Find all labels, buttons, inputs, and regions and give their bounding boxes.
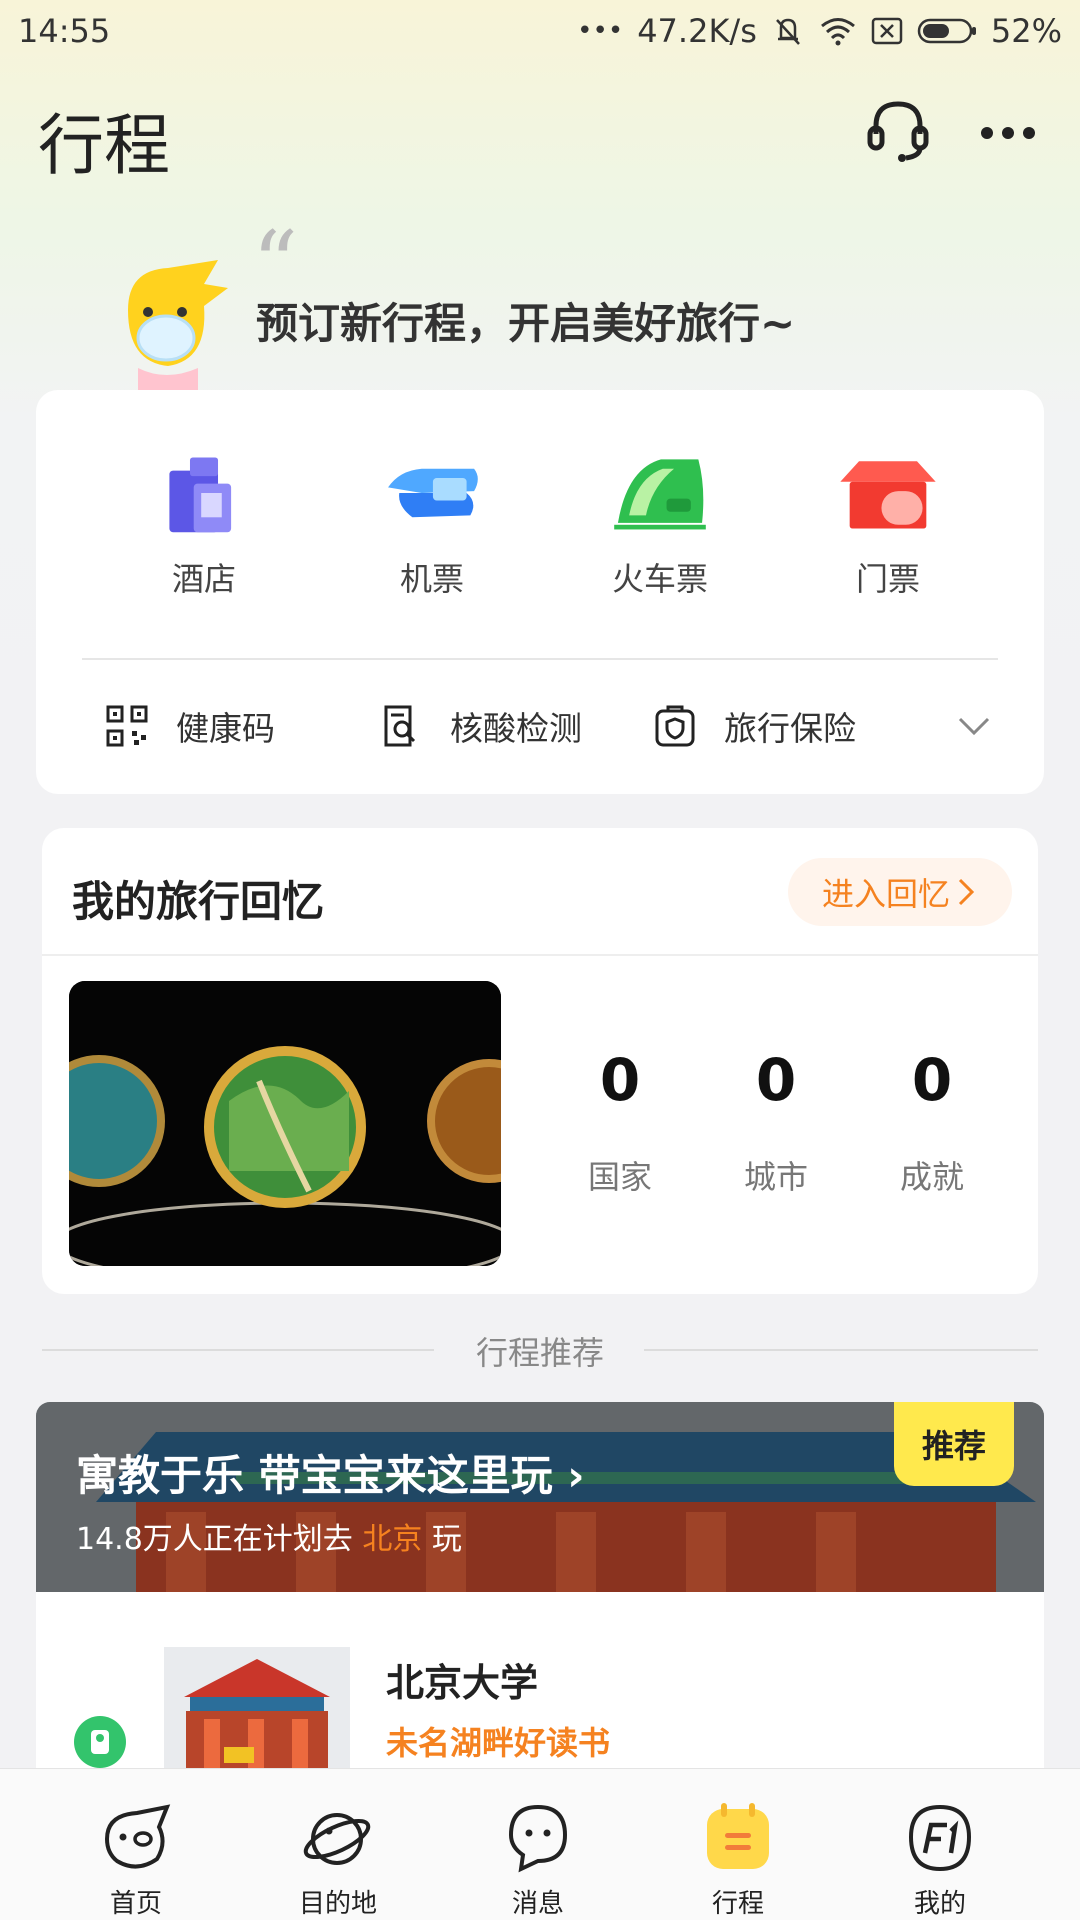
itinerary-page: 14:55 ••• 47.2K/s 52% 行程 “ 预订新行程，开启美好旅行~…	[0, 0, 1080, 1920]
tool-health-code[interactable]: 健康码	[106, 690, 275, 762]
tool-label: 核酸检测	[450, 709, 582, 748]
message-icon	[508, 1804, 568, 1873]
status-right: ••• 47.2K/s 52%	[577, 12, 1062, 50]
tool-nucleic-test[interactable]: 核酸检测	[380, 690, 582, 762]
item-name: 北京大学	[386, 1661, 539, 1705]
stat-value: 0	[911, 1046, 953, 1114]
recommend-banner[interactable]: 寓教于乐 带宝宝来这里玩 › 14.8万人正在计划去 北京 玩 推荐	[36, 1402, 1044, 1592]
tool-travel-insurance[interactable]: 旅行保险	[654, 690, 856, 762]
status-bar: 14:55 ••• 47.2K/s 52%	[0, 0, 1080, 62]
hero-banner: “ 预订新行程，开启美好旅行~	[0, 220, 1080, 390]
status-speed: 47.2K/s	[637, 12, 757, 50]
status-battery: 52%	[990, 12, 1062, 50]
hotel-icon	[169, 457, 232, 533]
wifi-icon	[819, 16, 857, 46]
chevron-right-icon	[958, 878, 975, 906]
planet-icon	[303, 1813, 371, 1865]
enter-memories-label: 进入回忆	[821, 875, 950, 913]
tool-label: 旅行保险	[724, 709, 856, 748]
service-ticket[interactable]: 门票	[774, 450, 1002, 600]
banner-city: 北京	[362, 1522, 423, 1557]
chevron-down-icon[interactable]	[956, 708, 992, 744]
train-icon	[614, 459, 706, 530]
status-time: 14:55	[18, 12, 111, 50]
battery-icon	[917, 17, 977, 45]
banner-subtitle: 14.8万人正在计划去 北京 玩	[76, 1514, 462, 1558]
service-label: 门票	[855, 560, 920, 598]
tab-label: 消息	[511, 1889, 564, 1919]
test-report-icon	[384, 705, 416, 747]
recommend-heading-text: 行程推荐	[475, 1334, 604, 1372]
insurance-icon	[655, 705, 695, 747]
tool-label: 健康码	[176, 709, 275, 748]
service-train[interactable]: 火车票	[546, 450, 774, 600]
stat-cities: 0 城市	[706, 1046, 846, 1198]
service-flight[interactable]: 机票	[318, 450, 546, 600]
mute-icon	[771, 14, 805, 48]
service-label: 酒店	[171, 560, 236, 598]
user-avatar-icon	[74, 1716, 126, 1768]
tab-profile[interactable]: 我的	[840, 1769, 1040, 1920]
page-title: 行程	[38, 107, 170, 184]
service-label: 机票	[399, 560, 464, 598]
tab-label: 目的地	[298, 1889, 377, 1919]
services-card: 酒店 机票 火车票 门票 健康码 核酸检测 旅行保险	[36, 390, 1044, 794]
tab-home[interactable]: 首页	[36, 1769, 236, 1920]
stat-caption: 成就	[899, 1158, 964, 1196]
item-tag: 未名湖畔好读书	[386, 1724, 611, 1762]
memories-title: 我的旅行回忆	[72, 877, 325, 926]
tab-label: 我的	[913, 1889, 966, 1919]
ticket-icon	[840, 461, 936, 529]
headset-icon[interactable]	[862, 94, 934, 166]
stat-achievements: 0 成就	[862, 1046, 1002, 1198]
services-tools: 健康码 核酸检测 旅行保险	[36, 690, 1044, 762]
services-divider	[82, 658, 998, 660]
banner-sub-suffix: 玩	[422, 1522, 462, 1557]
bottom-tab-bar: 首页 目的地 消息 行程 我的	[0, 1768, 1080, 1920]
services-row: 酒店 机票 火车票 门票	[36, 450, 1044, 600]
banner-title-text: 寓教于乐 带宝宝来这里玩	[76, 1451, 553, 1500]
memories-divider	[42, 954, 1038, 956]
banner-sub-prefix: 14.8万人正在计划去	[76, 1522, 363, 1557]
recommend-item[interactable]: 北京大学 未名湖畔好读书	[36, 1592, 1044, 1772]
qr-code-icon	[106, 705, 148, 747]
service-label: 火车票	[611, 560, 708, 598]
divider-line	[644, 1349, 1038, 1351]
memories-badge-image[interactable]	[69, 981, 501, 1266]
profile-f1-icon	[908, 1804, 972, 1872]
banner-title: 寓教于乐 带宝宝来这里玩 ›	[76, 1442, 585, 1503]
hero-text: 预订新行程，开启美好旅行~	[256, 299, 796, 348]
tab-messages[interactable]: 消息	[438, 1769, 638, 1920]
pig-home-icon	[104, 1804, 171, 1869]
status-dots: •••	[577, 16, 624, 46]
stat-countries: 0 国家	[550, 1046, 690, 1198]
stat-value: 0	[599, 1046, 641, 1114]
stat-value: 0	[755, 1046, 797, 1114]
app-header: 行程	[0, 80, 1080, 184]
mascot-image	[108, 250, 248, 390]
travel-memories-card: 我的旅行回忆 进入回忆 0 国家 0 城市 0 成就	[42, 828, 1038, 1294]
stat-caption: 城市	[743, 1158, 808, 1196]
flight-icon	[388, 468, 478, 518]
no-sim-icon	[871, 17, 903, 45]
tab-itinerary[interactable]: 行程	[638, 1769, 838, 1920]
recommend-badge: 推荐	[894, 1402, 1014, 1486]
item-thumbnail	[164, 1647, 350, 1772]
stat-caption: 国家	[587, 1158, 652, 1196]
recommend-heading: 行程推荐	[42, 1322, 1038, 1378]
enter-memories-button[interactable]: 进入回忆	[788, 858, 1012, 926]
tab-label: 行程	[711, 1889, 764, 1919]
chevron-right-icon: ›	[567, 1451, 585, 1500]
more-icon[interactable]	[975, 118, 1065, 148]
tab-destination[interactable]: 目的地	[238, 1769, 438, 1920]
tab-label: 首页	[109, 1889, 162, 1919]
itinerary-icon	[707, 1803, 769, 1869]
service-hotel[interactable]: 酒店	[90, 450, 318, 600]
